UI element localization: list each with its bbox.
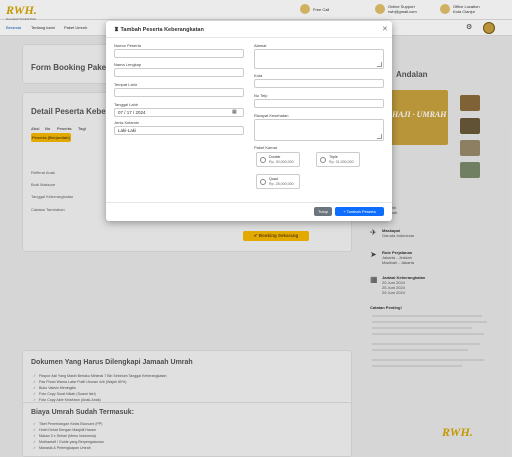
jenis-kelamin-label: Jenis Kelamin [114, 120, 139, 125]
tempat-lahir-input[interactable] [114, 88, 244, 97]
kota-input[interactable] [254, 79, 384, 88]
radio-button[interactable] [260, 156, 266, 163]
paket-triple-option[interactable]: Triple Rp. 31,000,000 [316, 152, 360, 167]
tambah-peserta-button[interactable]: + Tambah Peserta [335, 207, 384, 216]
radio-button[interactable] [320, 156, 326, 163]
paket-quad-option[interactable]: Quad Rp. 28,000,000 [256, 174, 300, 189]
nomor-peserta-input[interactable] [114, 49, 244, 58]
jenis-kelamin-select[interactable]: Laki-Laki [114, 126, 244, 135]
radio-button[interactable] [260, 178, 266, 185]
tutup-button[interactable]: Tutup [314, 207, 332, 216]
alamat-textarea[interactable] [254, 49, 384, 69]
modal-header: ♜ Tambah Peserta Keberangkatan ✕ [106, 21, 392, 38]
calendar-icon[interactable]: ▦ [232, 109, 237, 115]
tambah-peserta-modal: ♜ Tambah Peserta Keberangkatan ✕ Nomor P… [106, 21, 392, 221]
nama-lengkap-input[interactable] [114, 68, 244, 77]
close-icon[interactable]: ✕ [382, 25, 388, 33]
no-telp-input[interactable] [254, 99, 384, 108]
paket-double-option[interactable]: Double Rp. 30,000,000 [256, 152, 300, 167]
alamat-label: Alamat [254, 43, 267, 48]
modal-title: ♜ Tambah Peserta Keberangkatan [114, 27, 204, 33]
tanggal-lahir-label: Tanggal Lahir [114, 102, 139, 107]
riwayat-kesehatan-textarea[interactable] [254, 119, 384, 141]
tanggal-lahir-input[interactable]: 07 / 17 / 2024 [114, 108, 244, 117]
kota-label: Kota [254, 73, 263, 78]
tempat-lahir-label: Tempat Lahir [114, 82, 138, 87]
paket-kamar-label: Paket Kamar [254, 145, 278, 150]
nama-lengkap-label: Nama Lengkap [114, 62, 142, 67]
nomor-peserta-label: Nomor Peserta [114, 43, 141, 48]
riwayat-kesehatan-label: Riwayat Kesehatan [254, 113, 289, 118]
no-telp-label: No Telp [254, 93, 268, 98]
modal-footer-divider [106, 202, 392, 203]
